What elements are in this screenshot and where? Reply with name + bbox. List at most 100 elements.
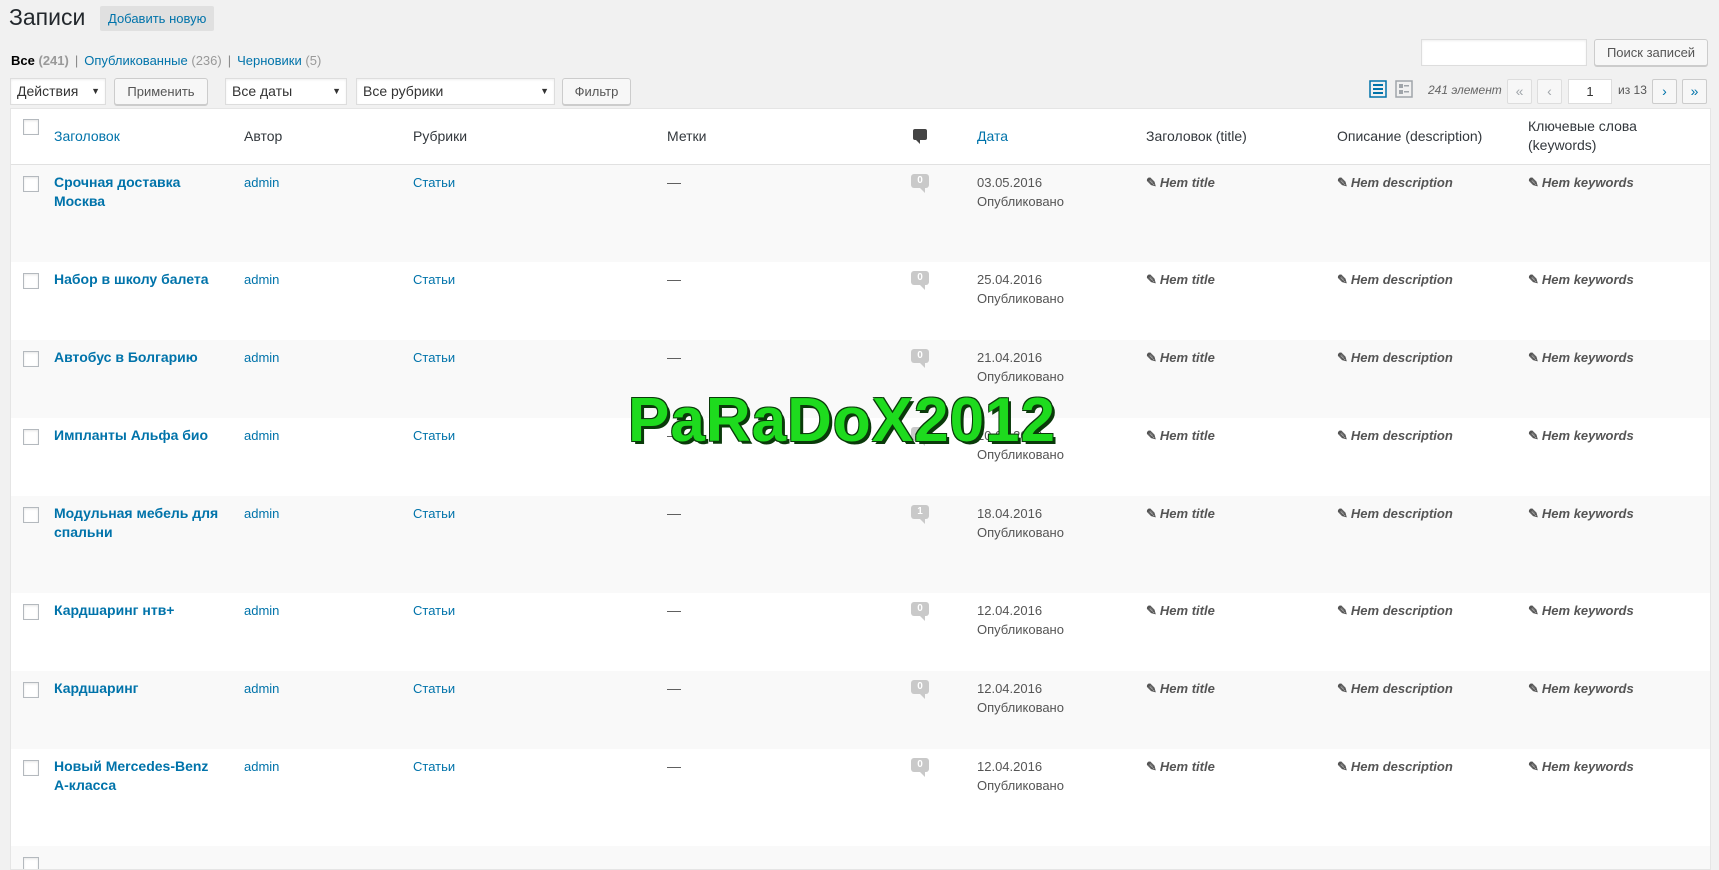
bulk-actions-select[interactable]: Действия ▼ xyxy=(10,78,106,105)
post-title-line2[interactable]: A-класса xyxy=(54,776,234,795)
post-category-link[interactable]: Статьи xyxy=(413,757,455,776)
post-category-link[interactable]: Статьи xyxy=(413,601,455,620)
seo-description[interactable]: ✎ Нет description xyxy=(1337,426,1453,445)
post-title-line1[interactable]: Импланты Альфа био xyxy=(54,426,234,445)
excerpt-view-icon[interactable] xyxy=(1395,80,1413,98)
seo-description[interactable]: ✎ Нет description xyxy=(1337,348,1453,367)
view-published-link[interactable]: Опубликованные (236) xyxy=(84,53,221,68)
add-new-button[interactable]: Добавить новую xyxy=(100,6,215,31)
post-author-link[interactable]: admin xyxy=(244,504,279,523)
filter-button[interactable]: Фильтр xyxy=(562,78,631,105)
row-checkbox[interactable] xyxy=(23,604,39,620)
first-page-button[interactable]: « xyxy=(1507,79,1532,104)
row-checkbox[interactable] xyxy=(23,507,39,523)
comment-count-badge[interactable]: 0 xyxy=(911,680,929,699)
post-title-link[interactable]: Срочная доставка Москва xyxy=(54,173,234,211)
post-title-link[interactable]: Импланты Альфа био xyxy=(54,426,234,445)
comment-count-badge[interactable]: 0 xyxy=(911,271,929,290)
post-author-link[interactable]: admin xyxy=(244,601,279,620)
post-title-line1[interactable]: Кардшаринг xyxy=(54,679,234,698)
select-all-checkbox[interactable] xyxy=(23,119,39,135)
post-title-link[interactable]: Кардшаринг нтв+ xyxy=(54,601,234,620)
row-checkbox[interactable] xyxy=(23,273,39,289)
post-category-link[interactable]: Статьи xyxy=(413,426,455,445)
date-filter-select[interactable]: Все даты ▼ xyxy=(225,78,347,105)
seo-description[interactable]: ✎ Нет description xyxy=(1337,757,1453,776)
seo-description[interactable]: ✎ Нет description xyxy=(1337,504,1453,523)
seo-title[interactable]: ✎ Нет title xyxy=(1146,679,1215,698)
seo-keywords[interactable]: ✎ Нет keywords xyxy=(1528,348,1634,367)
seo-keywords[interactable]: ✎ Нет keywords xyxy=(1528,679,1634,698)
post-title-link[interactable]: Новый Mercedes-Benz A-класса xyxy=(54,757,234,795)
post-title-line1[interactable]: Набор в школу балета xyxy=(54,270,234,289)
seo-title[interactable]: ✎ Нет title xyxy=(1146,426,1215,445)
seo-description[interactable]: ✎ Нет description xyxy=(1337,601,1453,620)
seo-description[interactable]: ✎ Нет description xyxy=(1337,173,1453,192)
seo-description[interactable]: ✎ Нет description xyxy=(1337,679,1453,698)
row-checkbox[interactable] xyxy=(23,351,39,367)
view-drafts-link[interactable]: Черновики (5) xyxy=(237,53,321,68)
comment-count-badge[interactable]: 0 xyxy=(911,174,929,193)
post-author-link[interactable]: admin xyxy=(244,270,279,289)
post-title-line1[interactable]: Срочная доставка xyxy=(54,173,234,192)
seo-title[interactable]: ✎ Нет title xyxy=(1146,173,1215,192)
category-filter-select[interactable]: Все рубрики ▼ xyxy=(356,78,555,105)
prev-page-button[interactable]: ‹ xyxy=(1537,79,1562,104)
view-all-label[interactable]: Все xyxy=(11,53,35,68)
row-checkbox[interactable] xyxy=(23,760,39,776)
seo-keywords[interactable]: ✎ Нет keywords xyxy=(1528,601,1634,620)
apply-button[interactable]: Применить xyxy=(114,78,208,105)
post-category-link[interactable]: Статьи xyxy=(413,348,455,367)
seo-title[interactable]: ✎ Нет title xyxy=(1146,601,1215,620)
comment-count-badge[interactable]: 0 xyxy=(911,758,929,777)
seo-keywords[interactable]: ✎ Нет keywords xyxy=(1528,426,1634,445)
row-checkbox[interactable] xyxy=(23,857,39,869)
post-category-link[interactable]: Статьи xyxy=(413,679,455,698)
row-checkbox[interactable] xyxy=(23,429,39,445)
seo-title[interactable]: ✎ Нет title xyxy=(1146,348,1215,367)
post-author-link[interactable]: admin xyxy=(244,426,279,445)
list-view-icon[interactable] xyxy=(1369,80,1387,98)
view-drafts-label[interactable]: Черновики xyxy=(237,53,302,68)
seo-title[interactable]: ✎ Нет title xyxy=(1146,270,1215,289)
comment-count-badge[interactable]: 0 xyxy=(911,602,929,621)
last-page-button[interactable]: » xyxy=(1682,79,1707,104)
search-input[interactable] xyxy=(1421,39,1587,66)
seo-title[interactable]: ✎ Нет title xyxy=(1146,504,1215,523)
post-title-line1[interactable]: Автобус в Болгарию xyxy=(54,348,234,367)
view-published-label[interactable]: Опубликованные xyxy=(84,53,188,68)
comment-count-badge[interactable]: 0 xyxy=(911,349,929,368)
column-title[interactable]: Заголовок xyxy=(54,127,120,146)
row-checkbox[interactable] xyxy=(23,176,39,192)
search-posts-button[interactable]: Поиск записей xyxy=(1594,39,1708,66)
post-title-line2[interactable]: Москва xyxy=(54,192,234,211)
post-title-link[interactable]: Набор в школу балета xyxy=(54,270,234,289)
post-title-line1[interactable]: Новый Mercedes-Benz xyxy=(54,757,234,776)
comment-count-badge[interactable]: 1 xyxy=(911,505,929,524)
seo-keywords[interactable]: ✎ Нет keywords xyxy=(1528,504,1634,523)
post-category-link[interactable]: Статьи xyxy=(413,270,455,289)
post-category-link[interactable]: Статьи xyxy=(413,173,455,192)
seo-title[interactable]: ✎ Нет title xyxy=(1146,757,1215,776)
post-title-link[interactable]: Модульная мебель для спальни xyxy=(54,504,234,542)
post-title-line1[interactable]: Модульная мебель для xyxy=(54,504,234,523)
post-title-line1[interactable]: Кардшаринг нтв+ xyxy=(54,601,234,620)
seo-keywords[interactable]: ✎ Нет keywords xyxy=(1528,270,1634,289)
current-page-input[interactable]: 1 xyxy=(1568,79,1612,104)
seo-keywords[interactable]: ✎ Нет keywords xyxy=(1528,757,1634,776)
post-author-link[interactable]: admin xyxy=(244,173,279,192)
post-author-link[interactable]: admin xyxy=(244,348,279,367)
post-author-link[interactable]: admin xyxy=(244,757,279,776)
next-page-button[interactable]: › xyxy=(1652,79,1677,104)
seo-description[interactable]: ✎ Нет description xyxy=(1337,270,1453,289)
comments-column-icon[interactable] xyxy=(913,129,927,144)
post-title-link[interactable]: Автобус в Болгарию xyxy=(54,348,234,367)
post-title-line2[interactable]: спальни xyxy=(54,523,234,542)
view-all-link[interactable]: Все (241) xyxy=(11,53,69,68)
post-title-link[interactable]: Кардшаринг xyxy=(54,679,234,698)
seo-keywords[interactable]: ✎ Нет keywords xyxy=(1528,173,1634,192)
column-date[interactable]: Дата xyxy=(977,127,1008,146)
post-author-link[interactable]: admin xyxy=(244,679,279,698)
post-category-link[interactable]: Статьи xyxy=(413,504,455,523)
row-checkbox[interactable] xyxy=(23,682,39,698)
